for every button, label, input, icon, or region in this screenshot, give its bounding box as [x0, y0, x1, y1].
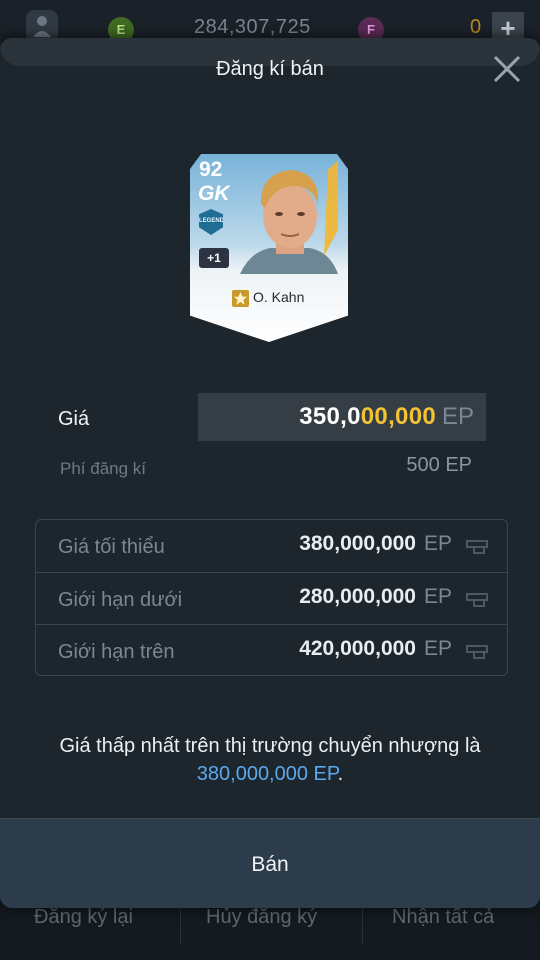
- dialog-title: Đăng kí bán: [216, 58, 324, 80]
- player-portrait: [238, 160, 342, 280]
- player-name: O. Kahn: [253, 289, 305, 305]
- notice-price: 380,000,000 EP: [196, 763, 338, 785]
- row-value: 420,000,000: [299, 637, 416, 660]
- fee-label: Phí đăng kí: [60, 459, 147, 478]
- player-rating: 92: [199, 158, 223, 181]
- ep-balance: 284,307,725: [194, 16, 311, 38]
- price-limits-table: Giá tối thiểu 380,000,000 EP Giới hạn dư…: [35, 519, 508, 676]
- price-tag-icon: [466, 645, 488, 659]
- sell-button[interactable]: Bán: [0, 818, 540, 908]
- price-currency: EP: [442, 403, 475, 430]
- fee-value: 500 EP: [406, 454, 472, 476]
- row-label: Giới hạn dưới: [58, 589, 183, 611]
- price-tag-icon: [466, 540, 488, 554]
- row-currency: EP: [424, 585, 453, 608]
- close-icon: [493, 55, 521, 83]
- row-currency: EP: [424, 637, 453, 660]
- row-value: 380,000,000: [299, 532, 416, 555]
- row-value: 280,000,000: [299, 585, 416, 608]
- player-card: 92 GK LEGEND +1 O. Kahn: [190, 154, 348, 342]
- star-icon: [232, 290, 249, 307]
- close-button[interactable]: [490, 52, 524, 86]
- price-value-prefix: 350,0: [299, 403, 361, 430]
- sell-registration-dialog: Đăng kí bán 92 GK LEGEND +1 O. Kahn Giá …: [0, 38, 540, 908]
- price-label: Giá: [58, 408, 90, 430]
- sell-button-label: Bán: [251, 853, 289, 876]
- row-label: Giới hạn trên: [58, 641, 175, 663]
- user-icon: [33, 16, 51, 37]
- tab-receive-all[interactable]: Nhận tất cả: [392, 906, 494, 929]
- tab-cancel-register[interactable]: Hủy đăng ký: [206, 906, 317, 929]
- tab-divider: [180, 904, 181, 944]
- tab-divider: [362, 904, 363, 944]
- price-input[interactable]: 350,000,000 EP: [198, 393, 486, 441]
- notice-text: Giá thấp nhất trên thị trường chuyển như…: [59, 735, 481, 757]
- notice-price-line: 380,000,000 EP.: [0, 760, 540, 788]
- notice-end: .: [337, 763, 344, 785]
- f-balance: 0: [470, 16, 482, 38]
- table-row: Giới hạn dưới 280,000,000 EP: [36, 572, 507, 624]
- tab-re-register[interactable]: Đăng ký lại: [34, 906, 133, 929]
- table-row: Giá tối thiểu 380,000,000 EP: [36, 520, 507, 572]
- row-label: Giá tối thiểu: [58, 536, 165, 558]
- lowest-price-notice: Giá thấp nhất trên thị trường chuyển như…: [0, 732, 540, 788]
- table-row: Giới hạn trên 420,000,000 EP: [36, 624, 507, 676]
- price-value: 350,000,000: [198, 403, 436, 431]
- player-position: GK: [198, 182, 230, 205]
- price-tag-icon: [466, 593, 488, 607]
- row-currency: EP: [424, 532, 453, 555]
- upgrade-level: +1: [199, 248, 229, 268]
- price-value-highlight: 00,000: [360, 403, 436, 430]
- badge-label: LEGEND: [199, 218, 225, 224]
